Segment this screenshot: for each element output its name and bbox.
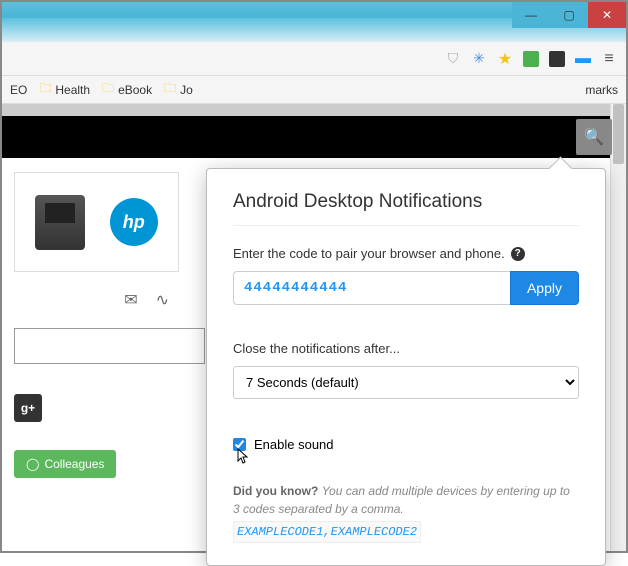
- enable-sound-label: Enable sound: [254, 437, 334, 452]
- help-icon[interactable]: ?: [511, 247, 525, 261]
- cursor-icon: [237, 448, 251, 471]
- window-minimize-button[interactable]: —: [512, 2, 550, 28]
- window-close-button[interactable]: ✕: [588, 2, 626, 28]
- close-after-select[interactable]: 7 Seconds (default): [233, 366, 579, 399]
- google-plus-icon[interactable]: g+: [14, 394, 42, 422]
- header-search-icon[interactable]: 🔍: [576, 119, 612, 155]
- extension-green-icon[interactable]: [522, 50, 540, 68]
- pair-code-input[interactable]: [233, 271, 510, 305]
- shield-icon[interactable]: ⛉: [444, 50, 462, 68]
- star-icon[interactable]: ★: [496, 50, 514, 68]
- sidebar-search-input[interactable]: [14, 328, 205, 364]
- notifications-extension-icon[interactable]: ▬: [574, 50, 592, 68]
- example-codes: EXAMPLECODE1,EXAMPLECODE2: [233, 521, 421, 543]
- page-scrollbar[interactable]: [610, 104, 626, 551]
- printer-image: [35, 195, 85, 250]
- browser-toolbar: ⛉ ✳ ★ ▬ ≡: [2, 42, 626, 76]
- folder-icon: 🗀: [164, 79, 176, 100]
- bookmark-overflow[interactable]: marks: [585, 83, 618, 97]
- colleagues-button[interactable]: ◯ Colleagues: [14, 450, 116, 478]
- bookmark-health[interactable]: 🗀Health: [39, 79, 90, 100]
- window-maximize-button[interactable]: ▢: [550, 2, 588, 28]
- bookmarks-bar: EO 🗀Health 🗀eBook 🗀Jo marks: [2, 76, 626, 104]
- did-you-know: Did you know? You can add multiple devic…: [233, 482, 579, 543]
- network-icon[interactable]: ✳: [470, 50, 488, 68]
- page-nav-bar: [2, 116, 626, 158]
- pair-label: Enter the code to pair your browser and …: [233, 246, 579, 261]
- menu-icon[interactable]: ≡: [600, 50, 618, 68]
- scrollbar-thumb[interactable]: [613, 104, 624, 164]
- enable-sound-checkbox[interactable]: [233, 438, 246, 451]
- hp-ad-banner[interactable]: hp: [14, 172, 179, 272]
- close-after-label: Close the notifications after...: [233, 341, 579, 356]
- folder-icon: 🗀: [39, 79, 51, 100]
- divider: [233, 225, 579, 226]
- folder-icon: 🗀: [102, 79, 114, 100]
- extension-popup: Android Desktop Notifications Enter the …: [206, 168, 606, 566]
- circle-icon: ◯: [26, 457, 39, 471]
- bookmark-ebook[interactable]: 🗀eBook: [102, 79, 152, 100]
- bookmark-eo[interactable]: EO: [10, 83, 27, 97]
- popup-title: Android Desktop Notifications: [233, 191, 579, 213]
- page-header-stripe: [2, 104, 626, 116]
- rss-icon[interactable]: ∿: [156, 290, 169, 310]
- pocket-icon[interactable]: [548, 50, 566, 68]
- bookmark-jo[interactable]: 🗀Jo: [164, 79, 193, 100]
- apply-button[interactable]: Apply: [510, 271, 579, 305]
- envelope-icon[interactable]: ✉: [124, 290, 137, 310]
- hp-logo: hp: [110, 198, 158, 246]
